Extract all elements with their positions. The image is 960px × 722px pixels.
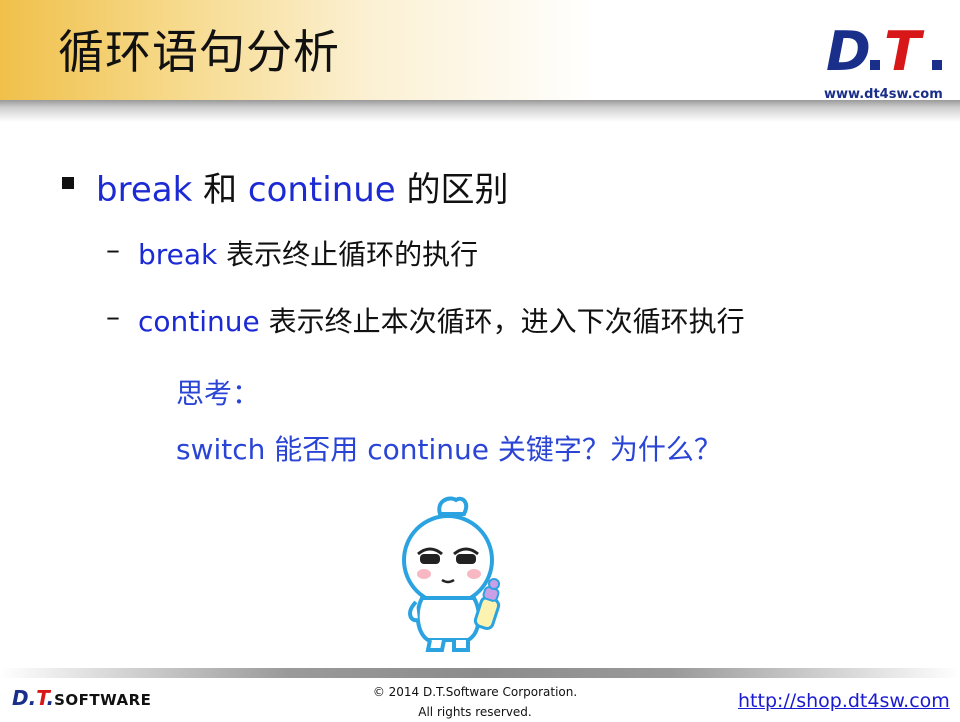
keyword-break: break: [138, 238, 218, 271]
footer-logo-t: T: [36, 686, 47, 710]
slide-title: 循环语句分析: [58, 25, 340, 79]
footer-logo-dot: .: [46, 686, 55, 710]
footer-divider: [0, 668, 960, 678]
header-shadow: [0, 100, 960, 122]
dash-marker: –: [106, 300, 120, 333]
keyword-break: break: [96, 170, 193, 210]
svg-text:T: T: [884, 20, 925, 82]
footer-logo-software: SOFTWARE: [54, 691, 152, 709]
logo-url: www.dt4sw.com: [824, 87, 943, 102]
keyword-continue: continue: [247, 170, 396, 210]
bullet-rest: 的区别: [395, 170, 509, 210]
footer-logo: D.T.SOFTWARE: [12, 686, 151, 710]
keyword-continue: continue: [138, 305, 260, 338]
think-label: 思考：: [176, 377, 261, 410]
copyright-text: © 2014 D.T.Software Corporation. All rig…: [330, 682, 620, 722]
svg-text:D: D: [826, 20, 871, 82]
shop-link[interactable]: http://shop.dt4sw.com: [738, 690, 950, 712]
footer-logo-d: D.: [12, 686, 37, 710]
copyright-line-1: © 2014 D.T.Software Corporation.: [372, 685, 578, 699]
sub-item-desc: 表示终止循环的执行: [217, 238, 479, 271]
copyright-line-2: All rights reserved.: [418, 705, 532, 719]
think-question: switch 能否用 continue 关键字？为什么？: [176, 433, 722, 466]
bullet-square-icon: [62, 177, 74, 189]
bullet-text: break 和 continue 的区别: [96, 162, 509, 211]
mascot-illustration: [402, 496, 501, 652]
bullet-and: 和: [192, 170, 248, 210]
dt-logo-icon: D T: [826, 20, 942, 82]
dash-marker: –: [106, 233, 120, 266]
sub-item-desc: 表示终止本次循环，进入下次循环执行: [259, 305, 745, 338]
sub-item-text: continue 表示终止本次循环，进入下次循环执行: [138, 300, 745, 340]
sub-item-text: break 表示终止循环的执行: [138, 233, 478, 273]
